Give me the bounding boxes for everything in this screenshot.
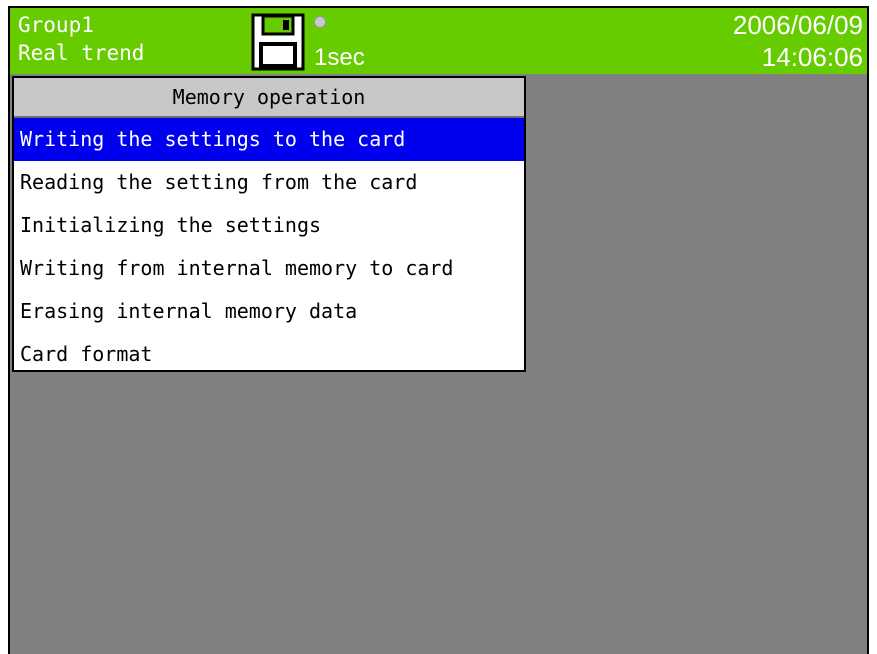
menu-item-initialize-settings[interactable]: Initializing the settings xyxy=(14,204,524,247)
menu-item-erase-internal-memory[interactable]: Erasing internal memory data xyxy=(14,290,524,333)
display-mode[interactable]: Real trend xyxy=(18,40,144,66)
menu-title: Memory operation xyxy=(14,78,524,118)
menu-item-read-settings-from-card[interactable]: Reading the setting from the card xyxy=(14,161,524,204)
status-dot-icon xyxy=(314,16,326,28)
status-header: Group1 Real trend 1sec 2006/06/09 14:06:… xyxy=(10,8,867,74)
group-name[interactable]: Group1 xyxy=(18,12,94,38)
time-display: 14:06:06 xyxy=(761,42,863,72)
menu-item-write-settings-to-card[interactable]: Writing the settings to the card xyxy=(14,118,524,161)
recorder-screen: Group1 Real trend 1sec 2006/06/09 14:06:… xyxy=(8,6,869,654)
menu-item-write-internal-memory-to-card[interactable]: Writing from internal memory to card xyxy=(14,247,524,290)
date-display: 2006/06/09 xyxy=(732,10,863,40)
menu-item-card-format[interactable]: Card format xyxy=(14,333,524,376)
floppy-disk-icon xyxy=(251,13,305,71)
sampling-interval: 1sec xyxy=(314,44,365,71)
memory-operation-menu: Memory operation Writing the settings to… xyxy=(12,76,526,372)
